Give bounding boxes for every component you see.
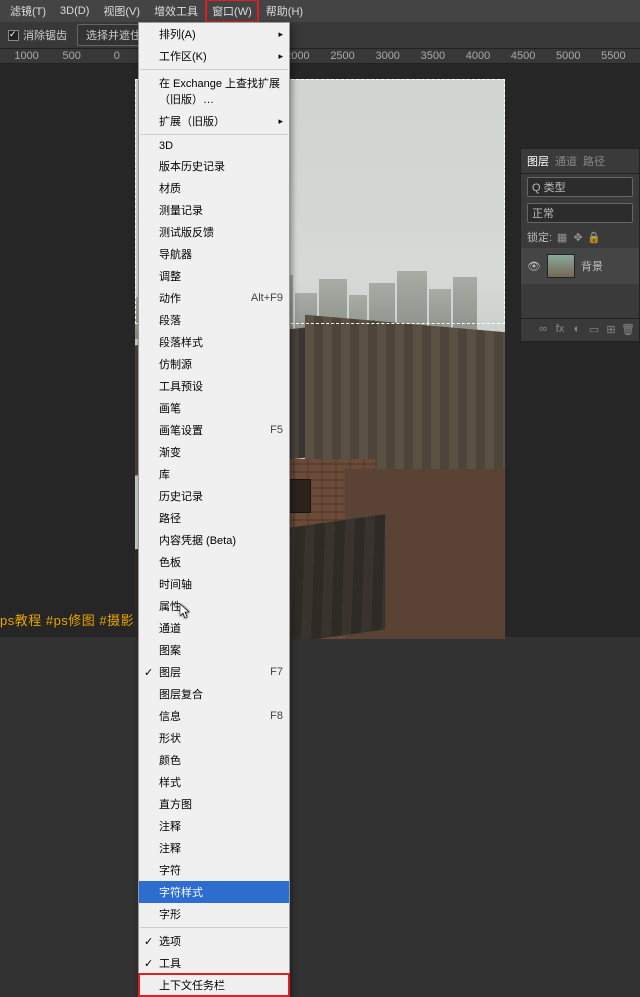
menu-item-30[interactable]: ✓图层F7 bbox=[139, 661, 289, 683]
layer-row[interactable]: 👁 背景 bbox=[521, 248, 639, 284]
menu-item-12[interactable]: 调整 bbox=[139, 265, 289, 287]
link-icon[interactable]: ∞ bbox=[536, 323, 550, 337]
menu-item-13[interactable]: 动作Alt+F9 bbox=[139, 287, 289, 309]
new-layer-icon[interactable]: ⊞ bbox=[604, 323, 618, 337]
menu-item-34[interactable]: 颜色 bbox=[139, 749, 289, 771]
menu-window[interactable]: 窗口(W) bbox=[206, 0, 258, 22]
menu-item-4[interactable]: 扩展（旧版） bbox=[139, 110, 289, 132]
options-bar: 消除锯齿 选择并遮住… bbox=[0, 22, 640, 48]
menu-3d[interactable]: 3D(D) bbox=[54, 2, 95, 20]
layer-name: 背景 bbox=[581, 258, 603, 274]
menu-item-23[interactable]: 路径 bbox=[139, 507, 289, 529]
menu-item-10[interactable]: 测试版反馈 bbox=[139, 221, 289, 243]
menu-item-16[interactable]: 仿制源 bbox=[139, 353, 289, 375]
tab-paths[interactable]: 路径 bbox=[583, 153, 605, 169]
layer-thumbnail bbox=[547, 254, 575, 278]
menu-item-41[interactable]: 字形 bbox=[139, 903, 289, 925]
menu-item-35[interactable]: 样式 bbox=[139, 771, 289, 793]
horizontal-ruler: 1000 500 0 500 1000 1500 2000 2500 3000 … bbox=[0, 48, 640, 64]
menu-item-44[interactable]: ✓工具 bbox=[139, 952, 289, 974]
menu-item-39[interactable]: 字符 bbox=[139, 859, 289, 881]
lock-all-icon[interactable]: 🔒 bbox=[588, 231, 600, 243]
menu-item-22[interactable]: 历史记录 bbox=[139, 485, 289, 507]
menu-item-8[interactable]: 材质 bbox=[139, 177, 289, 199]
menu-item-40[interactable]: 字符样式 bbox=[139, 881, 289, 903]
tab-channels[interactable]: 通道 bbox=[555, 153, 577, 169]
menu-item-3[interactable]: 在 Exchange 上查找扩展（旧版）… bbox=[139, 72, 289, 110]
fx-icon[interactable]: fx bbox=[553, 323, 567, 337]
lock-pixels-icon[interactable]: ▦ bbox=[556, 231, 568, 243]
menu-item-6[interactable]: 3D bbox=[139, 137, 289, 155]
menu-item-21[interactable]: 库 bbox=[139, 463, 289, 485]
menu-item-25[interactable]: 色板 bbox=[139, 551, 289, 573]
menu-item-43[interactable]: ✓选项 bbox=[139, 930, 289, 952]
antialias-label: 消除锯齿 bbox=[23, 27, 67, 43]
menu-item-19[interactable]: 画笔设置F5 bbox=[139, 419, 289, 441]
menu-item-1[interactable]: 工作区(K) bbox=[139, 45, 289, 67]
menu-item-7[interactable]: 版本历史记录 bbox=[139, 155, 289, 177]
menu-item-45[interactable]: 上下文任务栏 bbox=[139, 974, 289, 996]
blend-mode-select[interactable]: 正常 bbox=[527, 203, 633, 223]
lock-position-icon[interactable]: ✥ bbox=[572, 231, 584, 243]
antialias-checkbox[interactable]: 消除锯齿 bbox=[8, 27, 67, 43]
menu-item-9[interactable]: 测量记录 bbox=[139, 199, 289, 221]
menu-bar: 滤镜(T) 3D(D) 视图(V) 增效工具 窗口(W) 帮助(H) bbox=[0, 0, 640, 22]
menu-item-20[interactable]: 渐变 bbox=[139, 441, 289, 463]
visibility-icon[interactable]: 👁 bbox=[527, 260, 541, 273]
menu-item-31[interactable]: 图层复合 bbox=[139, 683, 289, 705]
checkbox-icon bbox=[8, 30, 19, 41]
menu-item-29[interactable]: 图案 bbox=[139, 639, 289, 661]
tab-layers[interactable]: 图层 bbox=[527, 153, 549, 169]
menu-item-26[interactable]: 时间轴 bbox=[139, 573, 289, 595]
menu-item-14[interactable]: 段落 bbox=[139, 309, 289, 331]
folder-icon[interactable]: ▭ bbox=[587, 323, 601, 337]
menu-view[interactable]: 视图(V) bbox=[97, 0, 146, 22]
menu-item-27[interactable]: 属性 bbox=[139, 595, 289, 617]
menu-item-28[interactable]: 通道 bbox=[139, 617, 289, 639]
menu-item-11[interactable]: 导航器 bbox=[139, 243, 289, 265]
menu-item-32[interactable]: 信息F8 bbox=[139, 705, 289, 727]
menu-item-15[interactable]: 段落样式 bbox=[139, 331, 289, 353]
menu-filter[interactable]: 滤镜(T) bbox=[4, 0, 52, 22]
menu-item-38[interactable]: 注释 bbox=[139, 837, 289, 859]
window-menu-dropdown: 排列(A)工作区(K) 在 Exchange 上查找扩展（旧版）…扩展（旧版） 3D… bbox=[138, 22, 290, 997]
mask-icon[interactable]: ◐ bbox=[570, 323, 584, 337]
layers-panel[interactable]: 图层 通道 路径 Q 类型 正常 锁定: ▦ ✥ 🔒 👁 背景 ∞ fx ◐ ▭… bbox=[520, 148, 640, 342]
menu-item-18[interactable]: 画笔 bbox=[139, 397, 289, 419]
menu-item-17[interactable]: 工具预设 bbox=[139, 375, 289, 397]
menu-item-37[interactable]: 注释 bbox=[139, 815, 289, 837]
menu-item-0[interactable]: 排列(A) bbox=[139, 23, 289, 45]
menu-item-36[interactable]: 直方图 bbox=[139, 793, 289, 815]
menu-item-24[interactable]: 内容凭据 (Beta) bbox=[139, 529, 289, 551]
lock-label: 锁定: bbox=[527, 229, 552, 245]
menu-help[interactable]: 帮助(H) bbox=[260, 0, 309, 22]
menu-item-33[interactable]: 形状 bbox=[139, 727, 289, 749]
menu-plugins[interactable]: 增效工具 bbox=[148, 0, 204, 22]
cursor-icon bbox=[180, 604, 192, 620]
layer-kind-select[interactable]: Q 类型 bbox=[527, 177, 633, 197]
trash-icon[interactable]: 🗑 bbox=[621, 323, 635, 337]
